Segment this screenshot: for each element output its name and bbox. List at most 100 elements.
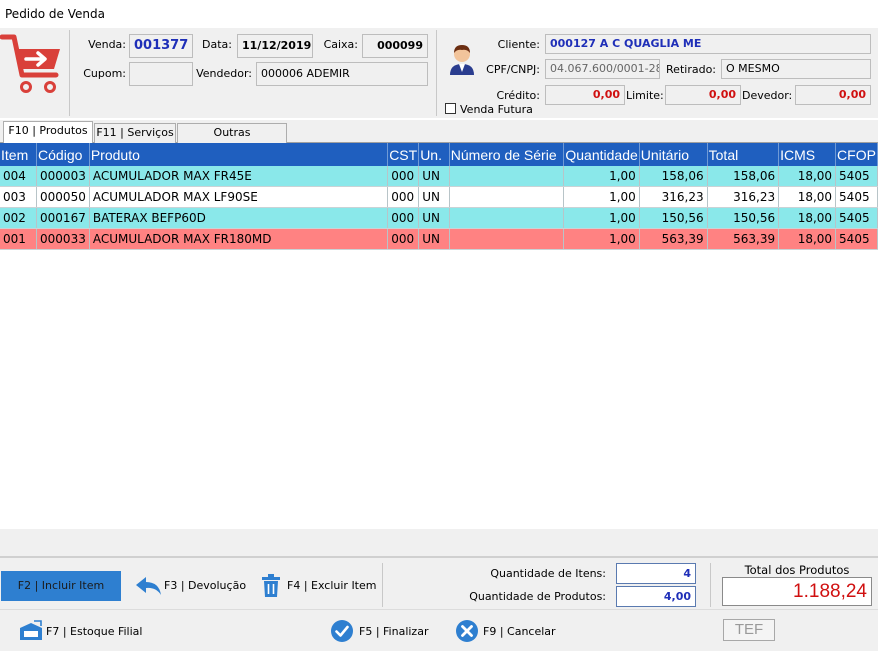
tab-outras-informacoes[interactable]: Outras Informações [177,123,287,157]
table-cell-cfop: 5405 [835,186,878,208]
column-header[interactable]: CST [387,143,420,166]
retirado-label: Retirado: [666,63,716,76]
table-cell-un: UN [418,166,450,187]
cancel-circle-icon [456,620,478,642]
column-header[interactable]: Quantidade [563,143,640,166]
venda-futura-label: Venda Futura [460,103,533,116]
cpf-field: 04.067.600/0001-28 [545,59,660,79]
table-cell-cfop: 5405 [835,166,878,187]
devolucao-label: F3 | Devolução [164,579,247,592]
customer-avatar-icon [450,45,474,75]
qtd-itens-label: Quantidade de Itens: [490,567,606,580]
trash-icon [262,574,280,597]
shopping-cart-icon [0,34,60,93]
table-cell-item: 001 [0,228,38,250]
table-body: 004 000003 ACUMULADOR MAX FR45E 000 UN 1,00 15… [0,166,878,250]
qtd-itens-field: 4 [616,563,696,584]
retirado-field[interactable]: O MESMO [721,59,871,79]
excluir-item-label: F4 | Excluir Item [287,579,377,592]
table-cell-codigo: 000050 [36,186,90,208]
table-row[interactable]: 002 000167 BATERAX BEFP60D 000 UN 1,00 150,56 1… [0,207,878,229]
limite-field: 0,00 [665,85,741,105]
products-grid[interactable]: Item Código Produto CST Un. Número de Série Qu… [0,143,878,529]
limite-label: Limite: [626,89,664,102]
table-cell-serie [449,166,565,187]
table-cell-serie [449,186,565,208]
tab-bar: F10 | Produtos F11 | Serviços Outras Inf… [0,120,878,157]
qtd-produtos-field: 4,00 [616,586,696,607]
table-cell-unit: 563,39 [639,228,708,250]
excluir-item-button[interactable]: F4 | Excluir Item [258,571,376,601]
table-cell-qtd: 1,00 [563,228,640,250]
venda-number-field: 001377 [129,34,193,58]
cliente-field[interactable]: 000127 A C QUAGLIA ME [545,34,871,54]
table-cell-icms: 18,00 [778,166,837,187]
table-cell-item: 004 [0,166,38,187]
table-cell-total: 150,56 [707,207,780,229]
incluir-item-button[interactable]: F2 | Incluir Item [1,571,121,601]
tab-servicos[interactable]: F11 | Serviços [94,123,176,143]
finalizar-button[interactable]: F5 | Finalizar [328,617,428,645]
tab-produtos[interactable]: F10 | Produtos [3,121,93,143]
undo-arrow-icon [136,577,161,595]
cancelar-label: F9 | Cancelar [483,625,556,638]
table-cell-icms: 18,00 [778,186,837,208]
stock-box-icon [20,620,42,640]
table-cell-produto: ACUMULADOR MAX LF90SE [89,186,389,208]
column-header[interactable]: Item [0,143,38,166]
table-cell-serie [449,207,565,229]
total-produtos-field: 1.188,24 [722,577,872,606]
table-cell-produto: ACUMULADOR MAX FR180MD [89,228,389,250]
table-cell-unit: 316,23 [639,186,708,208]
table-row[interactable]: 003 000050 ACUMULADOR MAX LF90SE 000 UN 1,00 3… [0,186,878,208]
footer-panel: F2 | Incluir Item F3 | Devolução F4 | Ex… [0,529,878,651]
credito-label: Crédito: [496,89,540,102]
vendedor-label: Vendedor: [196,67,252,80]
table-header-row: Item Código Produto CST Un. Número de Série Qu… [0,143,878,166]
column-header[interactable]: Total [707,143,780,166]
column-header[interactable]: Unitário [639,143,708,166]
table-cell-cst: 000 [387,166,420,187]
column-header[interactable]: Código [36,143,90,166]
cupom-field[interactable] [129,62,193,86]
vendedor-field[interactable]: 000006 ADEMIR [256,62,428,86]
data-label: Data: [202,38,232,51]
credito-field: 0,00 [545,85,625,105]
venda-futura-checkbox[interactable] [445,103,456,114]
table-cell-cst: 000 [387,228,420,250]
table-cell-produto: BATERAX BEFP60D [89,207,389,229]
devolucao-button[interactable]: F3 | Devolução [132,571,246,601]
table-cell-cst: 000 [387,186,420,208]
qtd-produtos-label: Quantidade de Produtos: [469,590,606,603]
incluir-item-label: F2 | Incluir Item [17,579,105,592]
table-cell-qtd: 1,00 [563,166,640,187]
finalizar-label: F5 | Finalizar [359,625,429,638]
table-cell-item: 002 [0,207,38,229]
caixa-field: 000099 [362,34,428,58]
tef-button[interactable]: TEF [723,619,775,641]
table-cell-item: 003 [0,186,38,208]
sale-header: Venda: 001377 Data: 11/12/2019 Caixa: 00… [0,28,878,118]
column-header[interactable]: CFOP [835,143,878,166]
table-cell-codigo: 000033 [36,228,90,250]
table-cell-icms: 18,00 [778,207,837,229]
table-cell-un: UN [418,186,450,208]
table-cell-qtd: 1,00 [563,207,640,229]
table-row[interactable]: 004 000003 ACUMULADOR MAX FR45E 000 UN 1,00 15… [0,166,878,187]
table-cell-produto: ACUMULADOR MAX FR45E [89,166,389,187]
caixa-label: Caixa: [323,38,358,51]
column-header[interactable]: Número de Série [449,143,565,166]
table-cell-cst: 000 [387,207,420,229]
column-header[interactable]: Un. [418,143,450,166]
column-header[interactable]: ICMS [778,143,837,166]
table-cell-unit: 150,56 [639,207,708,229]
table-cell-codigo: 000003 [36,166,90,187]
table-row[interactable]: 001 000033 ACUMULADOR MAX FR180MD 000 UN 1,00… [0,228,878,250]
data-field: 11/12/2019 [237,34,313,58]
total-produtos-label: Total dos Produtos [744,563,850,577]
cancelar-button[interactable]: F9 | Cancelar [453,617,556,645]
venda-label: Venda: [88,38,126,51]
estoque-filial-button[interactable]: F7 | Estoque Filial [16,617,146,645]
column-header[interactable]: Produto [89,143,389,166]
table-cell-unit: 158,06 [639,166,708,187]
